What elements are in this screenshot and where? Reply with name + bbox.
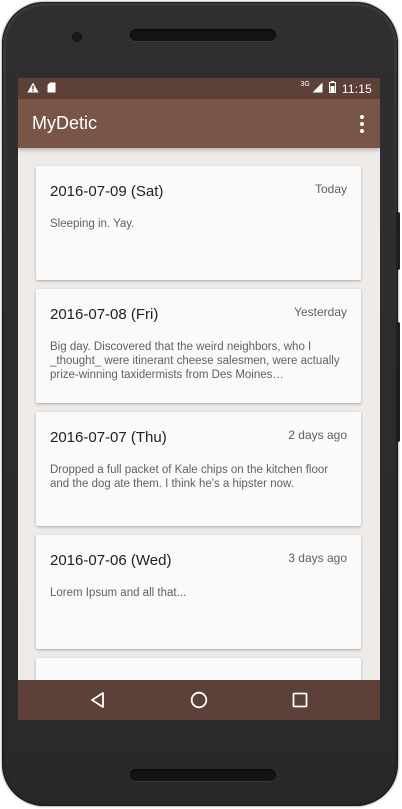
entry-card-partial[interactable]	[36, 658, 361, 680]
entry-preview: Lorem Ipsum and all that...	[50, 587, 187, 599]
entry-relative-date: Today	[314, 182, 347, 196]
app-title: MyDetic	[32, 113, 98, 133]
entry-date: 2016-07-07 (Thu)	[50, 429, 167, 446]
entry-relative-date: 3 days ago	[288, 551, 347, 565]
recents-icon[interactable]	[280, 680, 320, 720]
signal-icon	[312, 80, 323, 98]
entry-preview: Big day. Discovered that the weird neigh…	[50, 341, 340, 381]
entry-preview: Dropped a full packet of Kale chips on t…	[50, 464, 329, 490]
power-button[interactable]	[396, 322, 400, 442]
entry-date: 2016-07-09 (Sat)	[50, 183, 164, 200]
entry-card[interactable]: 2016-07-07 (Thu) 2 days ago Dropped a fu…	[36, 412, 361, 526]
entry-date: 2016-07-08 (Fri)	[50, 306, 159, 323]
entry-list[interactable]: 2016-07-09 (Sat) Today Sleeping in. Yay.…	[18, 148, 380, 680]
entry-relative-date: Yesterday	[294, 305, 347, 319]
entry-preview: Sleeping in. Yay.	[50, 218, 135, 230]
entry-date: 2016-07-06 (Wed)	[50, 552, 172, 569]
entry-card[interactable]: 2016-07-09 (Sat) Today Sleeping in. Yay.	[36, 166, 361, 280]
app-bar: MyDetic	[18, 99, 380, 148]
status-bar: 3G 11:15	[18, 78, 380, 99]
home-icon[interactable]	[179, 680, 219, 720]
entry-relative-date: 2 days ago	[288, 428, 347, 442]
sd-card-icon	[47, 80, 56, 98]
screen: 3G 11:15 MyDetic 2016-07-09 (Sat) Today …	[18, 78, 380, 720]
back-icon[interactable]	[78, 680, 118, 720]
network-type-label: 3G	[300, 81, 310, 88]
volume-button[interactable]	[396, 212, 400, 270]
bottom-speaker	[130, 769, 276, 781]
entry-card[interactable]: 2016-07-06 (Wed) 3 days ago Lorem Ipsum …	[36, 535, 361, 649]
more-vert-icon[interactable]	[356, 112, 368, 136]
warning-icon	[27, 80, 39, 98]
entry-card[interactable]: 2016-07-08 (Fri) Yesterday Big day. Disc…	[36, 289, 361, 403]
navigation-bar	[18, 680, 380, 720]
battery-icon	[328, 80, 336, 98]
front-camera	[72, 32, 82, 42]
top-speaker	[130, 29, 276, 41]
status-clock: 11:15	[341, 81, 372, 96]
